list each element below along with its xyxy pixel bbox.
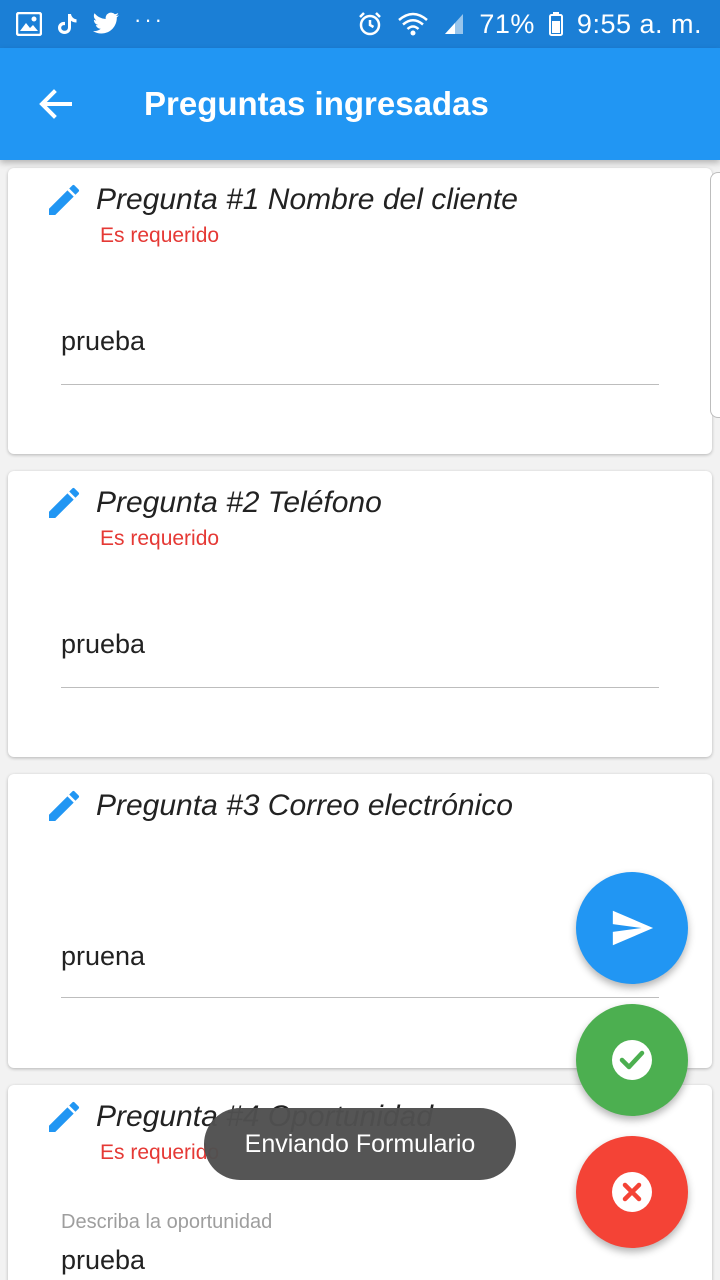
- more-notifications-indicator: ···: [134, 7, 165, 32]
- question-card-1: Pregunta #1 Nombre del cliente Es requer…: [8, 168, 712, 454]
- twitter-icon: [92, 12, 120, 36]
- approve-button[interactable]: [576, 1004, 688, 1116]
- required-label: Es requerido: [100, 224, 220, 247]
- answer-input[interactable]: prueba: [61, 326, 145, 357]
- field-label: Describa la oportunidad: [61, 1211, 273, 1233]
- required-label: Es requerido: [100, 1141, 220, 1164]
- pencil-icon: [44, 786, 84, 826]
- answer-input[interactable]: prueba: [61, 629, 145, 660]
- status-bar: ··· 71% 9:55 a. m.: [0, 0, 720, 48]
- send-button[interactable]: [576, 872, 688, 984]
- pencil-icon: [44, 1097, 84, 1137]
- wifi-icon: [397, 11, 429, 37]
- send-icon: [612, 910, 654, 946]
- question-card-2: Pregunta #2 Teléfono Es requerido prueba: [8, 471, 712, 757]
- question-header: Pregunta #1 Nombre del cliente: [44, 180, 518, 220]
- pencil-icon: [44, 180, 84, 220]
- alarm-icon: [357, 11, 383, 37]
- question-title: Pregunta #3 Correo electrónico: [96, 789, 513, 822]
- status-right: 71% 9:55 a. m.: [357, 9, 702, 40]
- signal-icon: [443, 12, 465, 36]
- pencil-icon: [44, 483, 84, 523]
- cancel-icon: [612, 1172, 652, 1212]
- toast-message: Enviando Formulario: [204, 1108, 516, 1180]
- answer-input[interactable]: prueba: [61, 1245, 145, 1276]
- status-left: ···: [16, 7, 165, 36]
- answer-input[interactable]: pruena: [61, 941, 145, 972]
- side-drawer-handle[interactable]: [710, 172, 720, 418]
- clock: 9:55 a. m.: [576, 8, 702, 39]
- check-circle-icon: [612, 1040, 652, 1080]
- question-header: Pregunta #3 Correo electrónico: [44, 786, 513, 826]
- input-underline: [61, 384, 659, 385]
- battery-icon: [548, 12, 563, 36]
- tiktok-icon: [56, 12, 78, 36]
- back-button[interactable]: [28, 76, 84, 132]
- arrow-back-icon: [39, 89, 72, 119]
- question-header: Pregunta #2 Teléfono: [44, 483, 382, 523]
- app-bar: Preguntas ingresadas: [0, 48, 720, 160]
- battery-percentage: 71%: [479, 8, 535, 39]
- page-title: Preguntas ingresadas: [144, 85, 489, 122]
- input-underline: [61, 997, 659, 998]
- input-underline: [61, 687, 659, 688]
- question-title: Pregunta #1 Nombre del cliente: [96, 183, 518, 216]
- gallery-icon: [16, 12, 42, 36]
- required-label: Es requerido: [100, 527, 220, 550]
- question-title: Pregunta #2 Teléfono: [96, 486, 382, 519]
- cancel-button[interactable]: [576, 1136, 688, 1248]
